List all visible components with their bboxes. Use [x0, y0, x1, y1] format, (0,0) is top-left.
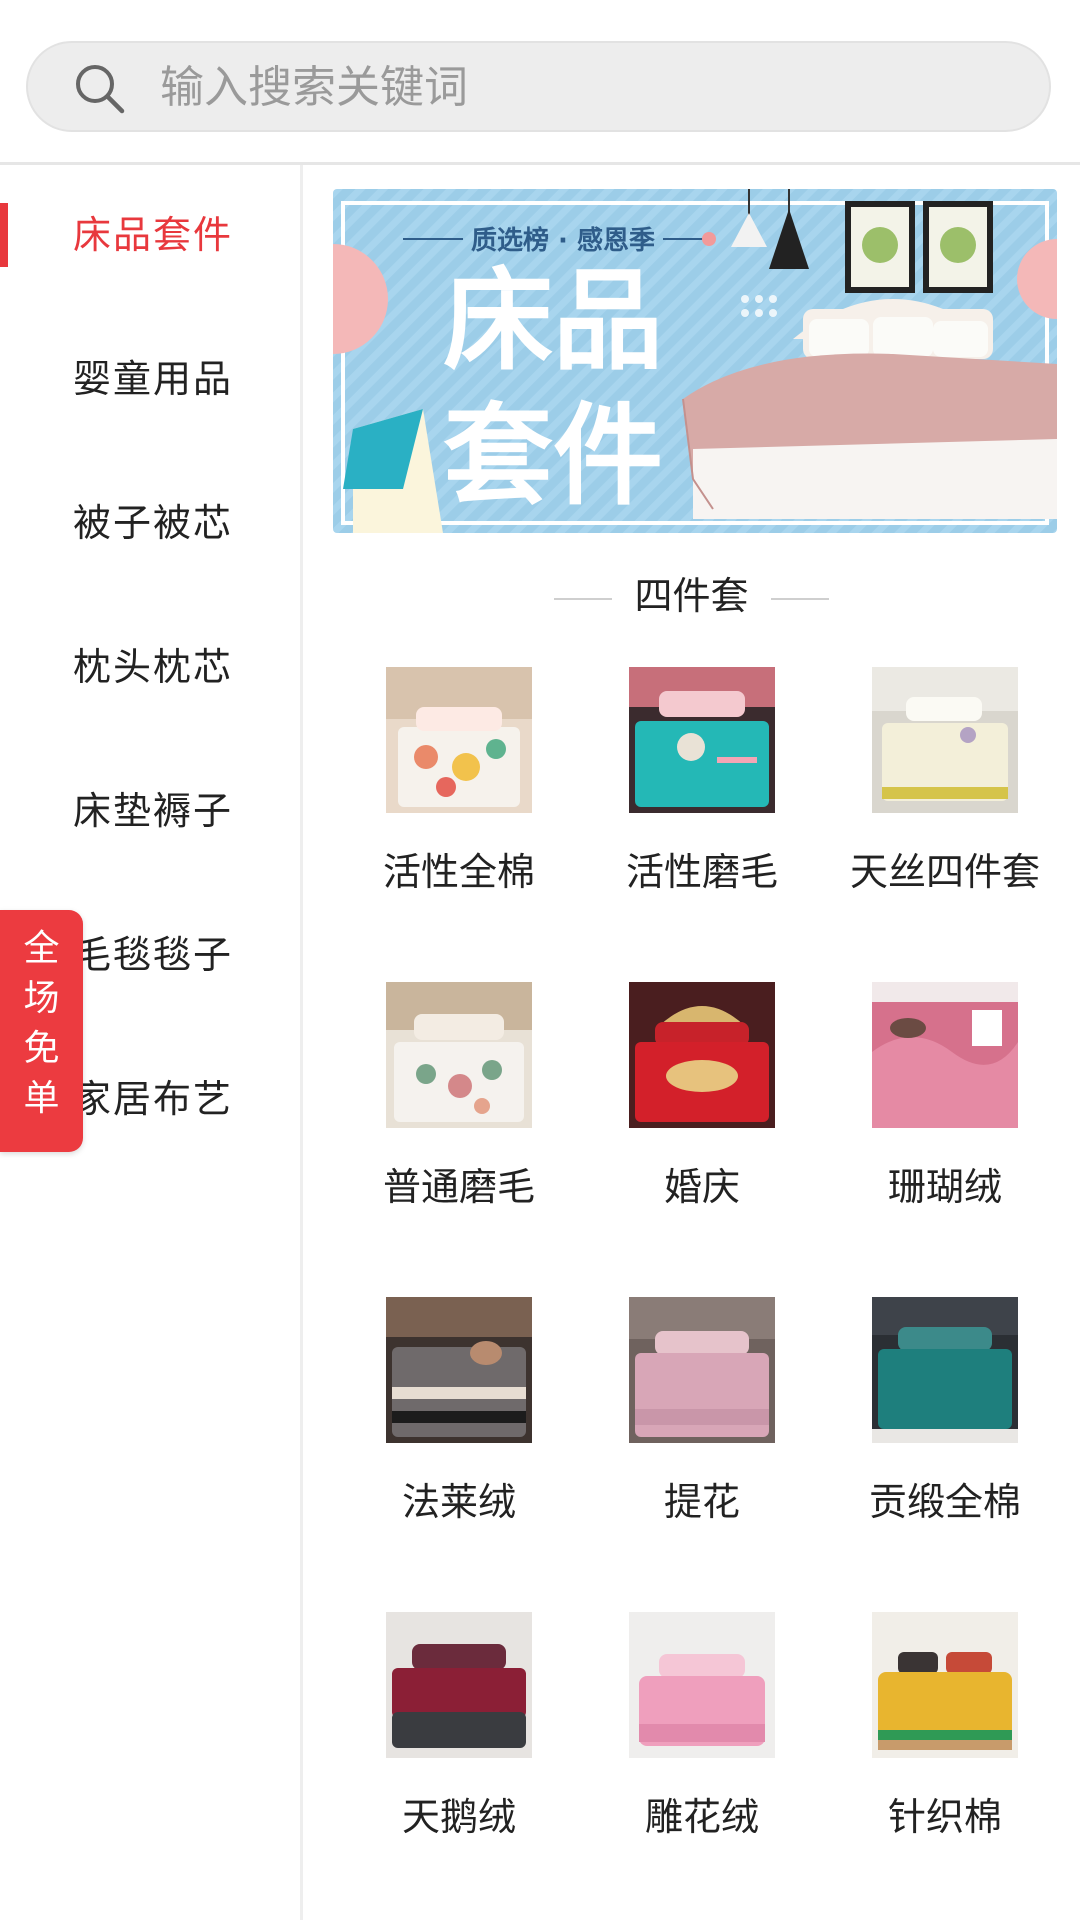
section-title: 四件套	[303, 565, 1080, 620]
product-thumbnail	[386, 667, 532, 813]
grid-item-label: 雕花绒	[644, 1795, 759, 1839]
product-thumbnail	[872, 1297, 1018, 1443]
grid-item-tencel-set[interactable]: 天丝四件套	[825, 667, 1065, 896]
category-content: 质选榜 · 感恩季 床品 套件 四件套 活性全棉 活性磨毛 天丝四件套 普通磨毛…	[303, 165, 1080, 1920]
product-thumbnail	[872, 982, 1018, 1128]
grid-item-label: 贡缎全棉	[868, 1480, 1021, 1524]
product-thumbnail	[629, 982, 775, 1128]
product-thumbnail	[386, 1297, 532, 1443]
svg-text:床品: 床品	[443, 257, 663, 385]
badge-char: 单	[23, 1078, 60, 1119]
divider	[770, 597, 829, 600]
grid-item-label: 婚庆	[663, 1165, 740, 1209]
product-thumbnail	[386, 1612, 532, 1758]
divider	[554, 597, 613, 600]
grid-item-label: 法莱绒	[401, 1480, 516, 1524]
grid-item-flannel[interactable]: 法莱绒	[339, 1297, 579, 1526]
banner-image: 质选榜 · 感恩季 床品 套件	[333, 189, 1057, 533]
grid-item-knit-cotton[interactable]: 针织棉	[825, 1612, 1065, 1841]
badge-char: 场	[23, 978, 60, 1019]
grid-item-regular-brushed[interactable]: 普通磨毛	[339, 982, 579, 1211]
grid-item-label: 活性全棉	[382, 850, 535, 894]
free-order-badge[interactable]: 全 场 免 单	[0, 910, 83, 1152]
search-input[interactable]	[158, 43, 1012, 132]
product-thumbnail	[386, 982, 532, 1128]
sidebar-item-baby-products[interactable]: 婴童用品	[0, 329, 300, 429]
sidebar-item-pillows[interactable]: 枕头枕芯	[0, 617, 300, 717]
grid-item-coral-fleece[interactable]: 珊瑚绒	[825, 982, 1065, 1211]
promo-banner[interactable]: 质选榜 · 感恩季 床品 套件	[333, 189, 1057, 533]
grid-item-label: 珊瑚绒	[887, 1165, 1002, 1209]
grid-item-label: 提花	[663, 1480, 740, 1524]
sidebar-item-mattress-pads[interactable]: 床垫褥子	[0, 761, 300, 861]
search-icon	[76, 65, 125, 114]
sidebar-item-quilts[interactable]: 被子被芯	[0, 473, 300, 573]
grid-item-reactive-cotton[interactable]: 活性全棉	[339, 667, 579, 896]
svg-text:质选榜 · 感恩季: 质选榜 · 感恩季	[471, 225, 655, 256]
badge-char: 全	[23, 928, 60, 969]
grid-item-label: 天丝四件套	[849, 850, 1040, 894]
product-thumbnail	[629, 1612, 775, 1758]
grid-item-carved-velvet[interactable]: 雕花绒	[582, 1612, 822, 1841]
product-thumbnail	[872, 667, 1018, 813]
grid-item-jacquard[interactable]: 提花	[582, 1297, 822, 1526]
grid-item-velvet[interactable]: 天鹅绒	[339, 1612, 579, 1841]
grid-item-label: 天鹅绒	[401, 1795, 516, 1839]
search-header	[0, 0, 1080, 165]
grid-item-label: 普通磨毛	[382, 1165, 535, 1209]
product-thumbnail	[629, 1297, 775, 1443]
grid-item-reactive-brushed[interactable]: 活性磨毛	[582, 667, 822, 896]
grid-item-wedding[interactable]: 婚庆	[582, 982, 822, 1211]
svg-text:套件: 套件	[443, 392, 663, 520]
product-thumbnail	[629, 667, 775, 813]
product-thumbnail	[872, 1612, 1018, 1758]
grid-item-label: 活性磨毛	[625, 850, 778, 894]
sidebar-item-bedding-sets[interactable]: 床品套件	[0, 185, 300, 285]
grid-item-label: 针织棉	[887, 1795, 1002, 1839]
grid-item-satin-cotton[interactable]: 贡缎全棉	[825, 1297, 1065, 1526]
section-title-text: 四件套	[634, 574, 749, 618]
badge-char: 免	[23, 1028, 60, 1069]
search-bar[interactable]	[26, 41, 1051, 132]
